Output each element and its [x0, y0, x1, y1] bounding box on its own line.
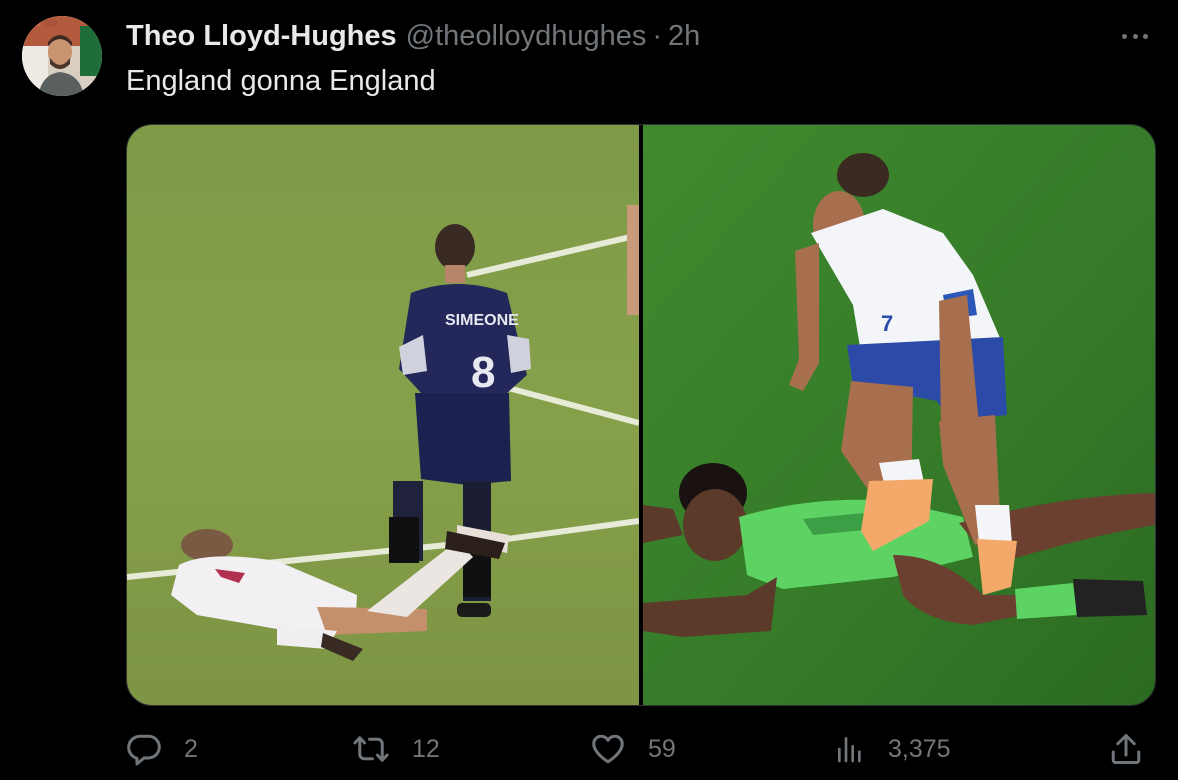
share-icon — [1111, 734, 1141, 764]
jersey-number-right: 7 — [881, 311, 893, 336]
more-options-button[interactable] — [1122, 26, 1148, 46]
tweet-header: Theo Lloyd-Hughes @theolloydhughes · 2h — [126, 18, 700, 54]
retweet-count: 12 — [412, 734, 440, 763]
jersey-name-text: SIMEONE — [445, 312, 519, 329]
retweet-icon — [353, 736, 389, 762]
profile-photo-icon — [22, 16, 102, 96]
reply-icon — [127, 734, 161, 766]
tweet-actions: 2 12 59 3,375 — [126, 726, 1156, 772]
tweet-text: England gonna England — [126, 65, 436, 97]
avatar[interactable] — [22, 16, 102, 96]
share-button[interactable] — [1108, 726, 1144, 772]
heart-icon — [592, 734, 624, 764]
reply-button[interactable]: 2 — [126, 726, 198, 772]
reply-count: 2 — [184, 734, 198, 763]
tweet-timestamp[interactable]: 2h — [668, 18, 700, 54]
media-photo-right[interactable]: 7 — [643, 125, 1155, 705]
views-count: 3,375 — [888, 734, 951, 763]
views-button[interactable]: 3,375 — [834, 726, 951, 772]
author-handle[interactable]: @theolloydhughes — [406, 18, 647, 54]
analytics-icon — [838, 737, 861, 763]
author-display-name[interactable]: Theo Lloyd-Hughes — [126, 18, 397, 54]
retweet-button[interactable]: 12 — [352, 726, 440, 772]
like-count: 59 — [648, 734, 676, 763]
tweet: Theo Lloyd-Hughes @theolloydhughes · 2h … — [0, 0, 1178, 780]
jersey-number-text: 8 — [471, 348, 495, 397]
header-separator: · — [652, 20, 663, 52]
more-dot-icon — [1122, 33, 1127, 39]
tweet-media[interactable]: SIMEONE 8 7 — [126, 124, 1156, 706]
media-photo-left[interactable]: SIMEONE 8 — [127, 125, 639, 705]
more-dot-icon — [1132, 33, 1138, 39]
like-button[interactable]: 59 — [590, 726, 676, 772]
more-dot-icon — [1143, 33, 1148, 39]
